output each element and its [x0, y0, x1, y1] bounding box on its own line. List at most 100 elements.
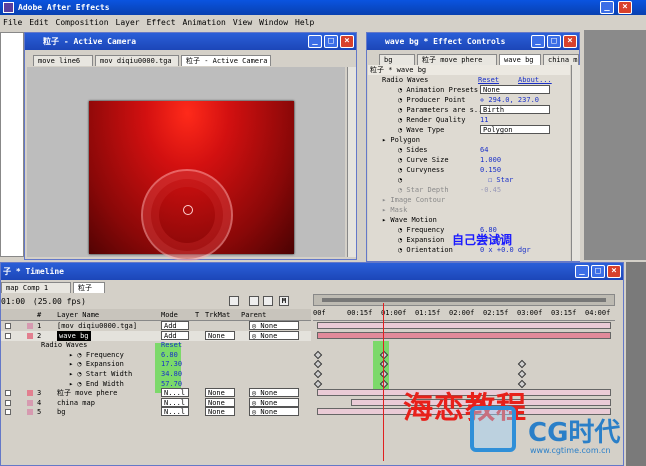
menu-view[interactable]: View	[233, 18, 252, 27]
keyframe-icon[interactable]	[379, 369, 389, 379]
effect-reset-link[interactable]: Reset	[478, 75, 499, 85]
timeline-tab-particles[interactable]: 粒子	[73, 282, 105, 293]
keyframe-icon[interactable]	[379, 360, 389, 369]
layer-name[interactable]: wave bg	[57, 330, 91, 341]
frame-blending-button[interactable]	[263, 296, 273, 306]
keyframe-icon[interactable]	[313, 360, 323, 369]
layer-row[interactable]: bg 5 N...l None ◎ None	[1, 407, 311, 417]
layer-name[interactable]: 粒子 move phere	[57, 388, 117, 398]
effect-prop-value[interactable]: 1.000	[480, 155, 501, 165]
effect-prop-value[interactable]: ☐ Star	[488, 175, 513, 185]
effects-tab-bg[interactable]: bg	[379, 54, 415, 65]
layer-name[interactable]: china map	[57, 398, 95, 408]
effects-minimize-button[interactable]: _	[531, 35, 545, 48]
menu-animation[interactable]: Animation	[183, 18, 226, 27]
close-button[interactable]: ×	[618, 1, 632, 14]
property-value[interactable]: 6.80	[161, 350, 178, 360]
effect-prop-value[interactable]: 64	[480, 145, 488, 155]
effects-tab-china-map[interactable]: china map	[543, 54, 579, 65]
layer-name[interactable]: bg	[57, 407, 65, 417]
parent-select[interactable]: ◎ None	[249, 407, 299, 417]
time-navigator[interactable]	[313, 294, 615, 306]
layer-name[interactable]: [mov diqiu0000.tga]	[57, 321, 137, 331]
comp-scrollbar[interactable]	[347, 67, 356, 257]
property-row[interactable]: ▸ ◔ Expansion 17.30	[1, 359, 311, 369]
keyframe-icon[interactable]	[379, 350, 389, 360]
producer-point-icon[interactable]	[183, 205, 193, 215]
layer-duration-bar[interactable]	[317, 322, 611, 329]
layer-mode-select[interactable]: Add	[161, 321, 189, 330]
comp-flowchart-button[interactable]	[229, 296, 239, 306]
trkmat-select[interactable]: None	[205, 407, 235, 417]
layer-name[interactable]: Radio Waves	[41, 340, 87, 350]
visibility-toggle[interactable]	[5, 390, 11, 397]
trkmat-select[interactable]: None	[205, 397, 235, 407]
current-time-indicator[interactable]	[383, 303, 384, 461]
keyframe-icon[interactable]	[379, 379, 389, 388]
timeline-close-button[interactable]: ×	[607, 265, 621, 278]
property-row[interactable]: ▸ ◔ Frequency 6.80	[1, 350, 311, 360]
property-row[interactable]: ▸ ◔ End Width 57.70	[1, 379, 311, 389]
timeline-minimize-button[interactable]: _	[575, 265, 589, 278]
parent-select[interactable]: ◎ None	[249, 388, 299, 398]
comp-close-button[interactable]: ×	[340, 35, 354, 48]
label-color-swatch[interactable]	[27, 409, 33, 416]
effect-prop-dropdown[interactable]: Birth	[480, 105, 550, 114]
effect-about-link[interactable]: About...	[518, 75, 552, 85]
property-value[interactable]: 57.70	[161, 379, 182, 389]
effects-scrollbar[interactable]	[571, 65, 580, 261]
layer-duration-bar[interactable]	[317, 331, 611, 339]
effects-close-button[interactable]: ×	[563, 35, 577, 48]
comp-minimize-button[interactable]: _	[308, 35, 322, 48]
menu-composition[interactable]: Composition	[56, 18, 109, 27]
effects-tab-move-phere[interactable]: 粒子 move phere	[417, 54, 497, 65]
effect-prop-dropdown[interactable]: Polygon	[480, 125, 550, 134]
trkmat-select[interactable]: None	[205, 330, 235, 340]
comp-tab-1[interactable]: move line6	[33, 55, 93, 66]
layer-mode-select[interactable]: N...l	[161, 397, 189, 407]
comp-tab-3[interactable]: 粒子 - Active Camera	[181, 55, 271, 66]
menu-help[interactable]: Help	[295, 18, 314, 27]
current-time[interactable]: 01:00	[1, 297, 25, 306]
layer-row[interactable]: china map 4 N...l None ◎ None	[1, 397, 311, 408]
layer-row[interactable]: wave bg 2 Add None ◎ None	[1, 330, 311, 341]
label-color-swatch[interactable]	[27, 390, 33, 397]
layer-name[interactable]: ▸ ◔ Frequency	[69, 350, 124, 360]
keyframe-icon[interactable]	[517, 369, 527, 379]
keyframe-icon[interactable]	[313, 379, 323, 388]
draft3d-button[interactable]	[249, 296, 259, 306]
parent-select[interactable]: ◎ None	[249, 330, 299, 340]
timeline-maximize-button[interactable]: □	[591, 265, 605, 278]
menu-window[interactable]: Window	[259, 18, 288, 27]
effect-prop-value[interactable]: 0.150	[480, 165, 501, 175]
layer-name[interactable]: ▸ ◔ Expansion	[69, 359, 124, 369]
layer-mode-select[interactable]: Add	[161, 330, 189, 340]
property-value[interactable]: Reset	[161, 340, 182, 350]
keyframe-icon[interactable]	[313, 350, 323, 360]
effect-prop-value[interactable]: -0.45	[480, 185, 501, 195]
layer-name[interactable]: ▸ ◔ Start Width	[69, 369, 132, 379]
property-value[interactable]: 17.30	[161, 359, 182, 369]
timeline-tab-map-comp[interactable]: map Comp 1	[1, 282, 71, 293]
label-color-swatch[interactable]	[27, 323, 33, 329]
layer-row[interactable]: 粒子 move phere 3 N...l None ◎ None	[1, 388, 311, 398]
keyframe-icon[interactable]	[517, 360, 527, 369]
keyframe-icon[interactable]	[313, 369, 323, 379]
comp-tab-2[interactable]: mov diqiu0000.tga	[95, 55, 179, 66]
visibility-toggle[interactable]	[5, 323, 11, 329]
menu-file[interactable]: File	[3, 18, 22, 27]
motion-blur-button[interactable]: M	[279, 296, 289, 306]
layer-row[interactable]: [mov diqiu0000.tga] 1 Add ◎ None	[1, 321, 311, 331]
effect-prop-dropdown[interactable]: None	[480, 85, 550, 94]
menu-effect[interactable]: Effect	[147, 18, 176, 27]
parent-select[interactable]: ◎ None	[249, 397, 299, 407]
parent-select[interactable]: ◎ None	[249, 321, 299, 330]
property-row[interactable]: Radio Waves Reset	[1, 340, 311, 350]
layer-name[interactable]: ▸ ◔ End Width	[69, 379, 124, 389]
effect-prop-value[interactable]: 11	[480, 115, 488, 125]
minimize-button[interactable]: _	[600, 1, 614, 14]
layer-mode-select[interactable]: N...l	[161, 407, 189, 417]
label-color-swatch[interactable]	[27, 332, 33, 339]
label-color-swatch[interactable]	[27, 399, 33, 406]
comp-maximize-button[interactable]: □	[324, 35, 338, 48]
